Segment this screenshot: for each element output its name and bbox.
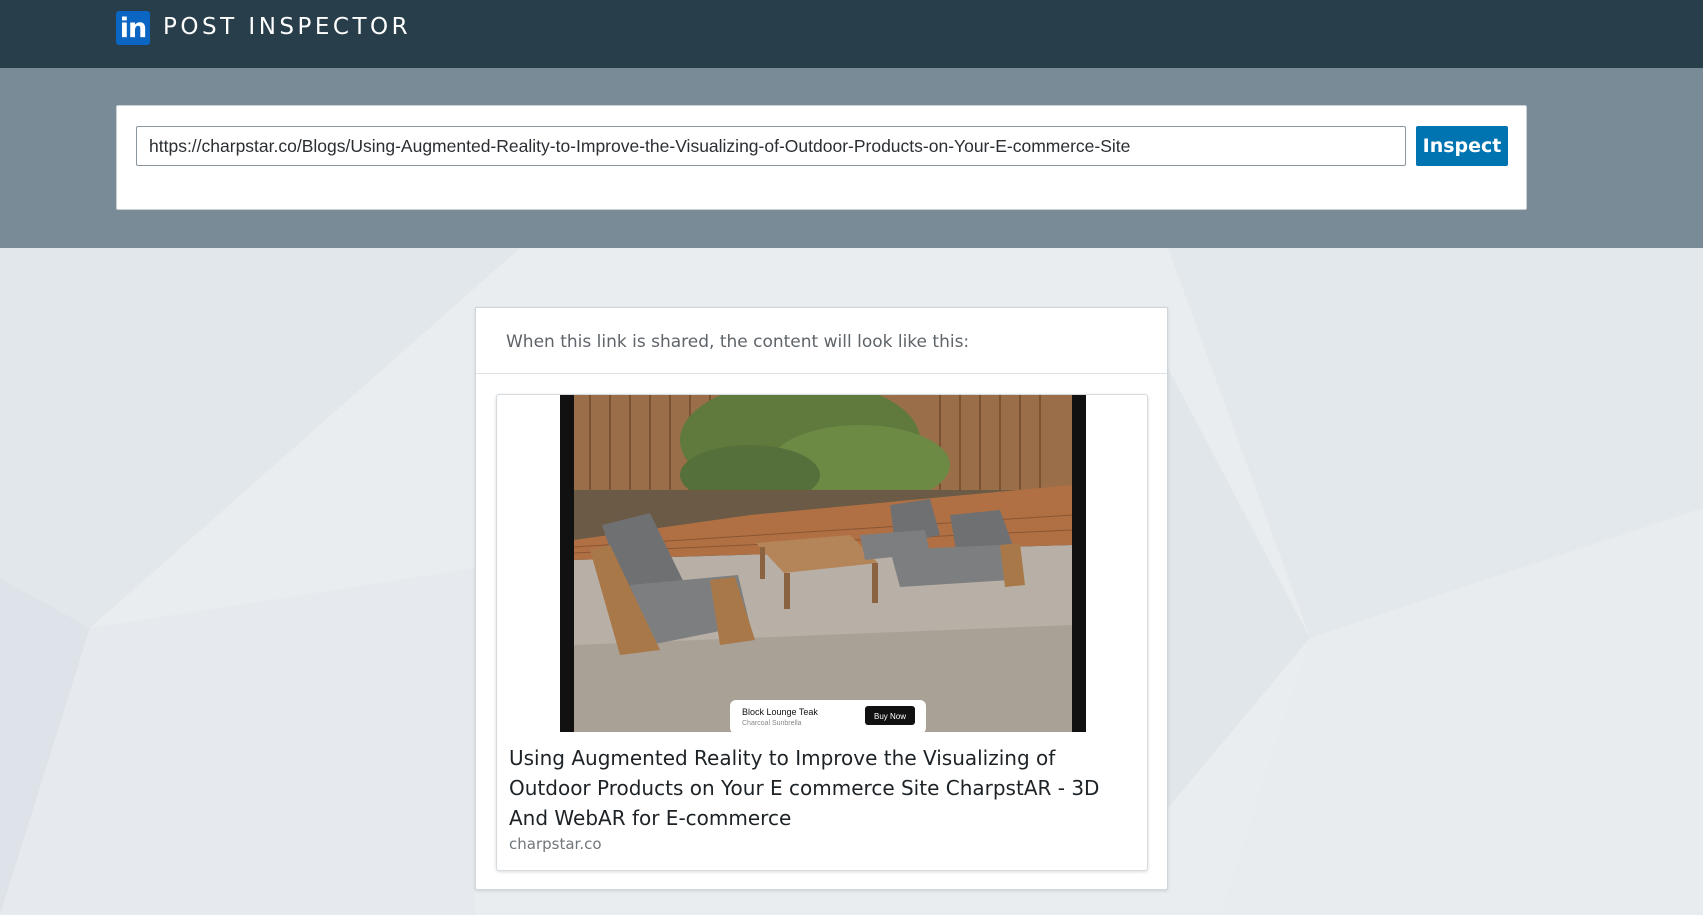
top-header: in POST INSPECTOR: [0, 0, 1703, 68]
app-title: POST INSPECTOR: [163, 14, 412, 40]
overlay-product-variant: Charcoal Sunbrella: [742, 720, 802, 727]
preview-panel: When this link is shared, the content wi…: [475, 307, 1168, 890]
overlay-buy-now: Buy Now: [874, 712, 906, 721]
share-title[interactable]: Using Augmented Reality to Improve the V…: [509, 743, 1129, 833]
share-domain: charpstar.co: [509, 835, 602, 853]
overlay-product-name: Block Lounge Teak: [742, 707, 818, 717]
inspect-button[interactable]: Inspect: [1416, 126, 1508, 166]
divider: [476, 373, 1167, 374]
linkedin-logo-icon[interactable]: in: [116, 11, 150, 45]
preview-image: Block Lounge Teak Charcoal Sunbrella Buy…: [560, 395, 1086, 732]
preview-note: When this link is shared, the content wi…: [506, 332, 970, 352]
url-input[interactable]: [136, 126, 1406, 166]
inspect-form: Inspect: [116, 105, 1527, 210]
share-preview-card[interactable]: Block Lounge Teak Charcoal Sunbrella Buy…: [496, 394, 1148, 871]
